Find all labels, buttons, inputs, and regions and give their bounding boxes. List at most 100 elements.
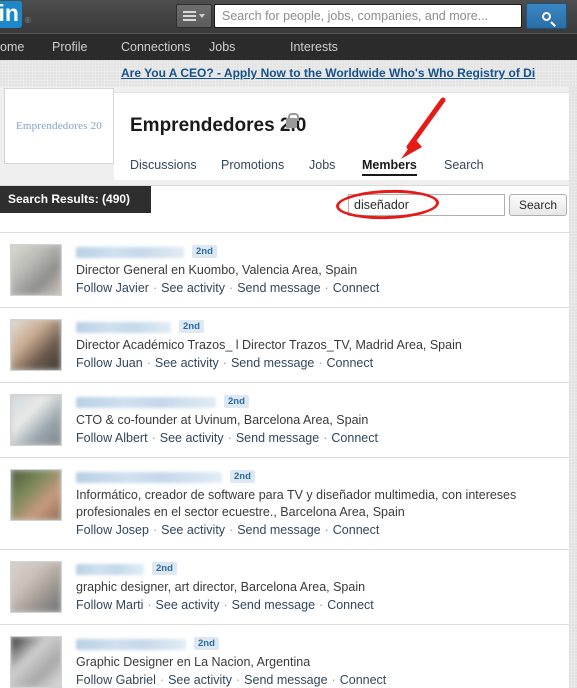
chevron-down-icon xyxy=(199,14,205,18)
member-row[interactable]: 2nd graphic designer, art director, Barce… xyxy=(0,549,569,624)
action-separator: · xyxy=(229,281,234,295)
follow-link[interactable]: Follow Albert xyxy=(76,431,148,445)
member-row[interactable]: 2nd Informático, creador de software para… xyxy=(0,457,569,549)
search-results-count-badge: Search Results: (490) xyxy=(0,186,151,213)
advanced-search-toggle-button[interactable] xyxy=(176,4,212,28)
send-message-link[interactable]: Send message xyxy=(237,523,320,537)
member-details: 2nd graphic designer, art director, Barce… xyxy=(76,561,569,614)
member-name-redacted[interactable] xyxy=(76,564,144,576)
see-activity-link[interactable]: See activity xyxy=(160,431,224,445)
member-name-redacted[interactable] xyxy=(76,397,216,409)
connection-degree-badge: 2nd xyxy=(152,562,177,576)
action-separator: · xyxy=(146,356,151,370)
action-separator: · xyxy=(222,356,227,370)
tab-search[interactable]: Search xyxy=(444,158,484,172)
action-separator: · xyxy=(235,673,241,687)
see-activity-link[interactable]: See activity xyxy=(168,673,232,687)
action-separator: · xyxy=(319,598,324,612)
avatar-photo xyxy=(11,470,61,520)
action-separator: · xyxy=(324,281,329,295)
action-separator: · xyxy=(227,431,232,445)
group-logo-text: Emprendedores 20 xyxy=(16,120,102,132)
connection-degree-badge: 2nd xyxy=(192,245,217,259)
avatar[interactable] xyxy=(10,394,62,446)
member-name-redacted[interactable] xyxy=(76,639,186,651)
advertisement-link[interactable]: Are You A CEO? - Apply Now to the Worldw… xyxy=(121,66,535,80)
action-separator: · xyxy=(147,598,152,612)
action-separator: · xyxy=(152,281,158,295)
nav-item-connections[interactable]: Connections xyxy=(121,40,191,54)
follow-link[interactable]: Follow Marti xyxy=(76,598,143,612)
follow-link[interactable]: Follow Javier xyxy=(76,281,149,295)
member-search-input[interactable]: diseñador xyxy=(348,194,505,216)
avatar[interactable] xyxy=(10,561,62,613)
connect-link[interactable]: Connect xyxy=(340,673,387,687)
tab-members[interactable]: Members xyxy=(362,158,417,176)
member-headline: Graphic Designer en La Nacion, Argentina xyxy=(76,655,311,669)
connect-link[interactable]: Connect xyxy=(327,598,374,612)
see-activity-link[interactable]: See activity xyxy=(156,598,220,612)
avatar-photo xyxy=(11,395,61,445)
send-message-link[interactable]: Send message xyxy=(237,281,320,295)
member-search-button[interactable]: Search xyxy=(509,194,567,216)
global-search-input[interactable]: Search for people, jobs, companies, and … xyxy=(214,4,522,28)
send-message-link[interactable]: Send message xyxy=(232,598,315,612)
action-separator: · xyxy=(318,356,323,370)
tab-promotions[interactable]: Promotions xyxy=(221,158,284,172)
avatar[interactable] xyxy=(10,244,62,296)
advertisement-banner: Are You A CEO? - Apply Now to the Worldw… xyxy=(0,60,577,87)
send-message-link[interactable]: Send message xyxy=(236,431,319,445)
nav-item-interests[interactable]: Interests xyxy=(290,40,338,54)
member-details: 2nd Director Académico Trazos_ l Director… xyxy=(76,319,569,372)
member-name-redacted[interactable] xyxy=(76,322,171,334)
member-headline: Informático, creador de software para TV… xyxy=(76,488,517,519)
member-row[interactable]: 2nd Graphic Designer en La Nacion, Argent… xyxy=(0,624,569,688)
connection-degree-badge: 2nd xyxy=(224,395,249,409)
member-actions: Follow Marti · See activity · Send message · C… xyxy=(76,597,557,614)
action-separator: · xyxy=(151,431,156,445)
lock-icon xyxy=(286,113,299,128)
member-name-line: 2nd xyxy=(76,469,557,485)
action-separator: · xyxy=(152,523,158,537)
avatar-photo xyxy=(11,562,61,612)
member-row[interactable]: 2nd CTO & co-founder at Uvinum, Barcelona… xyxy=(0,382,569,457)
connect-link[interactable]: Connect xyxy=(333,523,380,537)
member-row[interactable]: 2nd Director Académico Trazos_ l Director… xyxy=(0,307,569,382)
tab-discussions[interactable]: Discussions xyxy=(130,158,197,172)
avatar-photo xyxy=(11,245,61,295)
member-headline: Director Académico Trazos_ l Director Tr… xyxy=(76,338,462,352)
send-message-link[interactable]: Send message xyxy=(231,356,314,370)
send-message-link[interactable]: Send message xyxy=(244,673,327,687)
connect-link[interactable]: Connect xyxy=(331,431,378,445)
nav-item-profile[interactable]: Profile xyxy=(52,40,87,54)
member-row[interactable]: 2nd Director General en Kuombo, Valencia … xyxy=(0,232,569,307)
member-name-redacted[interactable] xyxy=(76,472,222,484)
group-logo: Emprendedores 20 xyxy=(4,88,114,164)
nav-item-home[interactable]: ome xyxy=(0,40,24,54)
nav-item-jobs[interactable]: Jobs xyxy=(209,40,235,54)
member-details: 2nd Informático, creador de software para… xyxy=(76,469,569,539)
follow-link[interactable]: Follow Gabriel xyxy=(76,673,156,687)
connection-degree-badge: 2nd xyxy=(194,637,219,651)
member-name-redacted[interactable] xyxy=(76,247,184,259)
group-title: Emprendedores 2.0 xyxy=(130,115,307,136)
avatar[interactable] xyxy=(10,636,62,688)
avatar[interactable] xyxy=(10,469,62,521)
follow-link[interactable]: Follow Juan xyxy=(76,356,143,370)
connect-link[interactable]: Connect xyxy=(333,281,380,295)
see-activity-link[interactable]: See activity xyxy=(161,281,225,295)
linkedin-logo-icon[interactable]: in xyxy=(0,1,22,28)
tab-jobs[interactable]: Jobs xyxy=(309,158,335,172)
member-actions: Follow Gabriel · See activity · Send message… xyxy=(76,672,557,688)
page-right-texture-edge xyxy=(569,87,577,688)
primary-navigation-bar: ome Profile Connections Jobs Interests xyxy=(0,33,577,60)
see-activity-link[interactable]: See activity xyxy=(161,523,225,537)
avatar[interactable] xyxy=(10,319,62,371)
follow-link[interactable]: Follow Josep xyxy=(76,523,149,537)
member-results-list: 2nd Director General en Kuombo, Valencia … xyxy=(0,232,569,688)
member-actions: Follow Juan · See activity · Send message · Co… xyxy=(76,355,557,372)
connect-link[interactable]: Connect xyxy=(327,356,374,370)
action-separator: · xyxy=(324,523,329,537)
see-activity-link[interactable]: See activity xyxy=(155,356,219,370)
global-search-button[interactable] xyxy=(526,3,567,29)
